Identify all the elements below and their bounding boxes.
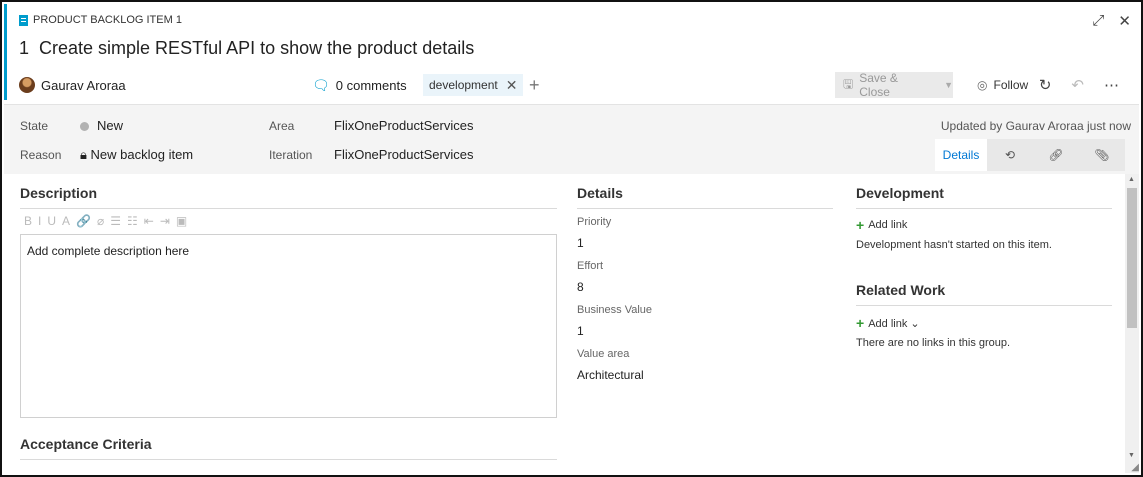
tab-attachments[interactable]: 📎︎ [1079, 139, 1125, 171]
indent-icon[interactable]: ⇥ [160, 214, 170, 228]
scroll-down-icon[interactable]: ▼ [1128, 452, 1135, 459]
window-buttons: ⤢ ✕ [1092, 12, 1131, 30]
state-label: State [20, 119, 48, 133]
lock-icon: 🔒︎ [80, 147, 91, 162]
work-item-header: PRODUCT BACKLOG ITEM 1 ⤢ ✕ 1 Create simp… [7, 4, 1139, 104]
scrollbar[interactable]: ▲ ▼ [1125, 174, 1139, 473]
description-title: Description [20, 185, 97, 201]
bold-icon[interactable]: B [24, 214, 32, 228]
save-icon: 🖫 [843, 75, 853, 96]
italic-icon[interactable]: I [38, 214, 41, 228]
follow-button[interactable]: ◎ Follow [977, 78, 1028, 92]
toolbar-icons: ↻ ↶ ⋯ [1039, 76, 1119, 94]
link-icon[interactable]: 🔗 [76, 214, 91, 228]
comments-link[interactable]: 🗨 0 comments [312, 77, 407, 94]
related-work-note: There are no links in this group. [856, 337, 1010, 349]
expand-icon[interactable]: ⤢ [1092, 12, 1104, 30]
effort-label: Effort [577, 260, 603, 272]
acceptance-divider [20, 459, 557, 460]
comment-icon: 🗨 [312, 77, 330, 94]
link-icon: 🔗︎ [1048, 148, 1063, 162]
avatar [19, 77, 35, 93]
area-field[interactable]: FlixOneProductServices [334, 118, 473, 133]
save-label: Save & Close [859, 71, 928, 99]
save-close-button[interactable]: 🖫 Save & Close ▼ [835, 72, 953, 98]
details-divider [577, 208, 833, 209]
reason-field[interactable]: 🔒︎ New backlog item [80, 147, 193, 163]
value-area-field[interactable]: Architectural [577, 368, 644, 382]
development-divider [856, 208, 1112, 209]
view-tabs: Details ⟲ 🔗︎ 📎︎ [935, 139, 1125, 171]
related-work-divider [856, 305, 1112, 306]
tab-details[interactable]: Details [935, 139, 987, 171]
description-editor[interactable]: Add complete description here [20, 234, 557, 418]
work-item-window: PRODUCT BACKLOG ITEM 1 ⤢ ✕ 1 Create simp… [0, 0, 1143, 477]
development-add-link[interactable]: + Add link [856, 217, 907, 233]
close-icon[interactable]: ✕ [1118, 12, 1131, 30]
scrollbar-thumb[interactable] [1127, 188, 1137, 328]
business-value-label: Business Value [577, 304, 652, 316]
add-tag-button[interactable]: + [529, 75, 540, 96]
follow-label: Follow [993, 78, 1028, 92]
work-item-type: PRODUCT BACKLOG ITEM 1 [19, 14, 182, 26]
backlog-item-icon [19, 15, 28, 26]
work-item-type-label: PRODUCT BACKLOG ITEM 1 [33, 14, 182, 26]
iteration-label: Iteration [269, 148, 312, 162]
reason-label: Reason [20, 148, 61, 162]
value-area-label: Value area [577, 348, 629, 360]
work-item-id: 1 [19, 38, 29, 59]
more-icon[interactable]: ⋯ [1104, 76, 1119, 94]
tag-development[interactable]: development ✕ [423, 74, 523, 96]
details-title: Details [577, 185, 623, 201]
undo-icon[interactable]: ↶ [1071, 76, 1084, 94]
unlink-icon[interactable]: ⌀ [97, 214, 104, 228]
image-icon[interactable]: ▣ [176, 214, 187, 228]
work-item-title-row: 1 Create simple RESTful API to show the … [19, 38, 474, 59]
acceptance-criteria-title: Acceptance Criteria [20, 436, 152, 452]
fields-band: State New Reason 🔒︎ New backlog item Are… [4, 104, 1139, 174]
area-label: Area [269, 119, 294, 133]
history-icon: ⟲ [1005, 148, 1015, 162]
related-work-title: Related Work [856, 282, 945, 298]
outdent-icon[interactable]: ⇤ [144, 214, 154, 228]
plus-icon: + [856, 217, 864, 233]
business-value-field[interactable]: 1 [577, 324, 584, 338]
underline-icon[interactable]: U [47, 214, 56, 228]
assignee[interactable]: Gaurav Aroraa [41, 78, 126, 93]
add-link-label: Add link ⌄ [868, 317, 919, 330]
scroll-up-icon[interactable]: ▲ [1128, 176, 1135, 183]
effort-field[interactable]: 8 [577, 280, 584, 294]
paperclip-icon: 📎︎ [1094, 148, 1109, 162]
updated-status: Updated by Gaurav Aroraa just now [941, 119, 1131, 133]
state-field[interactable]: New [80, 118, 123, 133]
tag-label: development [429, 78, 498, 92]
plus-icon: + [856, 315, 864, 331]
chevron-down-icon[interactable]: ▼ [944, 80, 953, 90]
meta-row: Gaurav Aroraa 🗨 0 comments development ✕… [19, 74, 1129, 96]
reason-value: New backlog item [91, 147, 194, 162]
development-note: Development hasn't started on this item. [856, 239, 1052, 251]
priority-field[interactable]: 1 [577, 236, 584, 250]
comments-count: 0 comments [336, 78, 407, 93]
work-item-title[interactable]: Create simple RESTful API to show the pr… [39, 38, 474, 59]
eye-icon: ◎ [977, 78, 987, 92]
refresh-icon[interactable]: ↻ [1039, 76, 1052, 94]
tab-links[interactable]: 🔗︎ [1033, 139, 1079, 171]
tab-history[interactable]: ⟲ [987, 139, 1033, 171]
rich-text-toolbar: B I U A 🔗 ⌀ ☰ ☷ ⇤ ⇥ ▣ [24, 214, 187, 228]
description-divider [20, 208, 557, 209]
related-add-link[interactable]: + Add link ⌄ [856, 315, 920, 331]
add-link-label: Add link [868, 219, 907, 231]
state-value: New [97, 118, 123, 133]
numbered-list-icon[interactable]: ☷ [127, 214, 138, 228]
highlight-icon[interactable]: A [62, 214, 70, 228]
remove-tag-icon[interactable]: ✕ [506, 77, 518, 94]
resize-grip-icon[interactable]: ◢ [1131, 462, 1139, 473]
priority-label: Priority [577, 216, 611, 228]
development-title: Development [856, 185, 944, 201]
work-item-body: Description B I U A 🔗 ⌀ ☰ ☷ ⇤ ⇥ ▣ Add co… [4, 174, 1125, 473]
iteration-field[interactable]: FlixOneProductServices [334, 147, 473, 162]
bullet-list-icon[interactable]: ☰ [110, 214, 121, 228]
state-dot-icon [80, 122, 89, 131]
